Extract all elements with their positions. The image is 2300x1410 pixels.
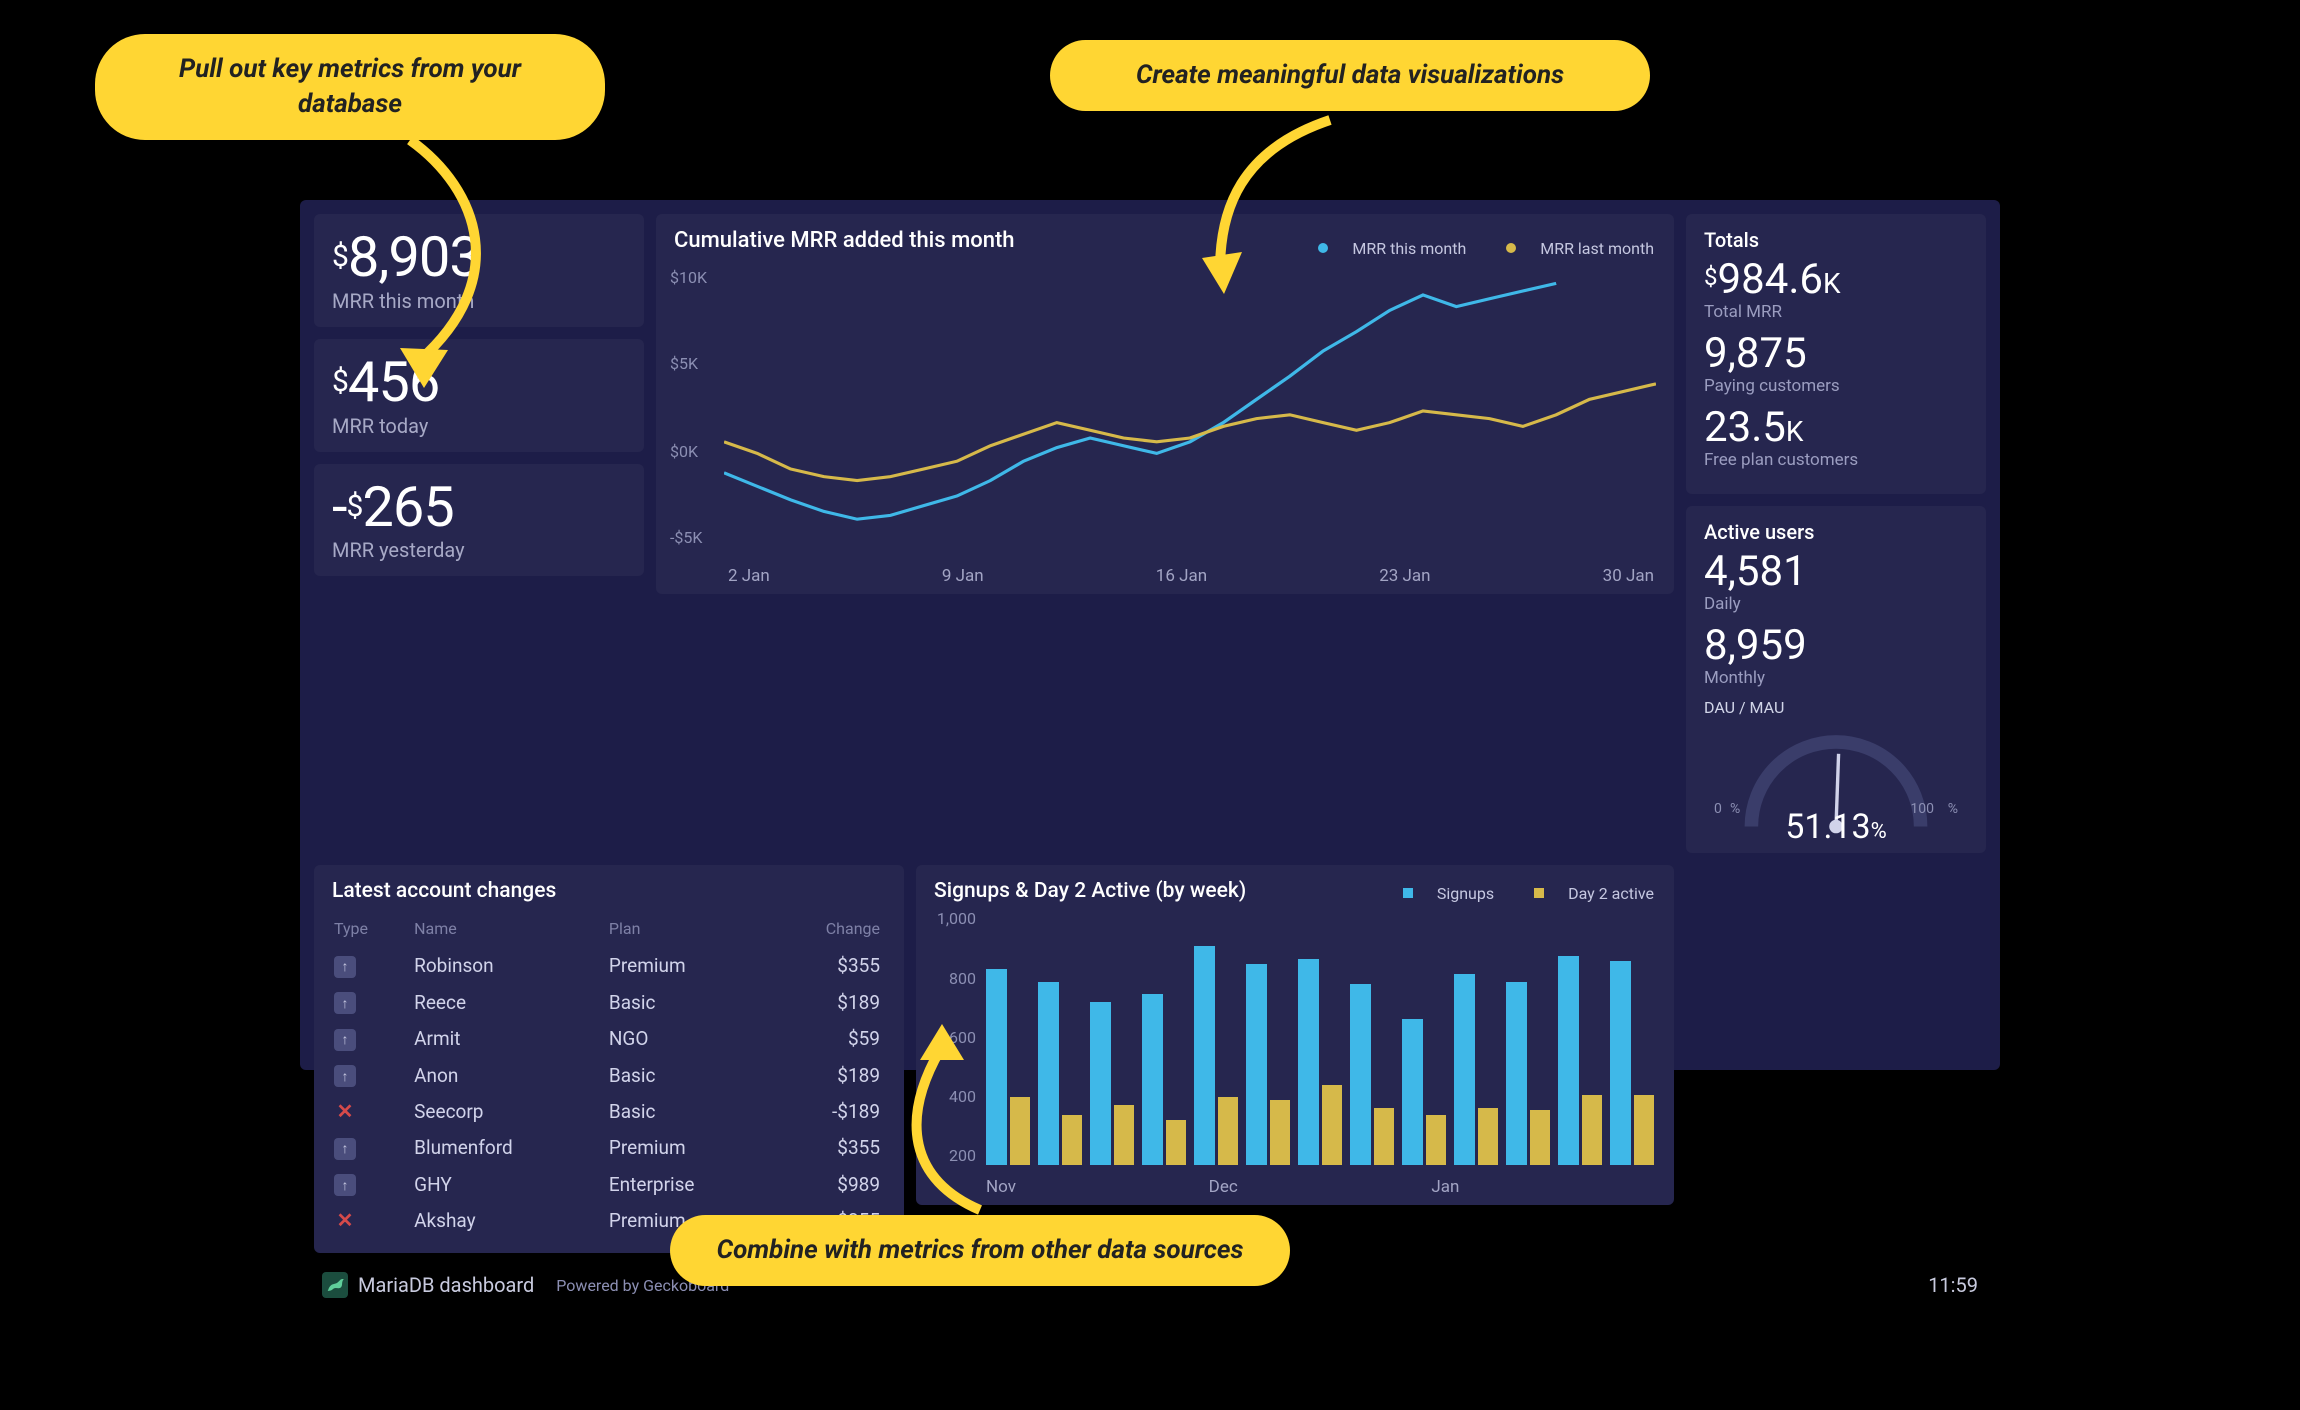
metric-label: MRR today	[332, 414, 626, 438]
bar-group	[1506, 913, 1550, 1165]
bar-signups	[1298, 959, 1319, 1166]
bar-signups	[1558, 956, 1579, 1165]
upgrade-icon: ↑	[334, 992, 356, 1014]
y-tick: 1,000	[930, 909, 976, 928]
line-chart-card: Cumulative MRR added this month MRR this…	[656, 214, 1674, 594]
arrow-icon	[1180, 110, 1360, 304]
dashboard-panel: $8,903 MRR this month $456 MRR today -$2…	[300, 200, 2000, 1070]
x-tick: 16 Jan	[1156, 566, 1207, 586]
arrow-icon	[870, 1030, 1030, 1224]
x-tick: 9 Jan	[942, 566, 984, 586]
totals-card: Totals $984.6K Total MRR 9,875 Paying cu…	[1686, 214, 1986, 494]
bar-day2	[1270, 1100, 1291, 1166]
bar-signups	[1402, 1019, 1423, 1165]
bar-day2	[1218, 1097, 1239, 1165]
metric-value: 265	[362, 474, 453, 540]
bar-group	[1246, 913, 1290, 1165]
chart-legend: Signups Day 2 active	[1367, 883, 1654, 903]
x-tick: Jan	[1431, 1177, 1654, 1197]
table-row: ↑AnonBasic$189	[334, 1058, 884, 1093]
line-chart-svg	[724, 264, 1656, 554]
clock: 11:59	[1928, 1273, 1978, 1297]
table-row: ↑GHYEnterprise$989	[334, 1167, 884, 1202]
bar-signups	[1454, 974, 1475, 1166]
bar-signups	[1610, 961, 1631, 1165]
cancel-icon: ✕	[334, 1208, 356, 1232]
table-row: ↑ArmitNGO$59	[334, 1021, 884, 1056]
x-tick: 23 Jan	[1379, 566, 1430, 586]
table-card: Latest account changes Type Name Plan Ch…	[314, 865, 904, 1253]
upgrade-icon: ↑	[334, 1174, 356, 1196]
metric-label: MRR yesterday	[332, 538, 626, 562]
table-row: ↑RobinsonPremium$355	[334, 948, 884, 983]
bar-group	[1454, 913, 1498, 1165]
bar-group	[1558, 913, 1602, 1165]
active-users-card: Active users 4,581 Daily 8,959 Monthly D…	[1686, 506, 1986, 853]
gauge-label: DAU / MAU	[1704, 698, 1968, 717]
bar-day2	[1530, 1110, 1551, 1165]
cancel-icon: ✕	[334, 1099, 356, 1123]
callout-combine-sources: Combine with metrics from other data sou…	[670, 1215, 1290, 1286]
y-tick: 800	[930, 969, 976, 988]
bar-signups	[1246, 964, 1267, 1166]
upgrade-icon: ↑	[334, 1138, 356, 1160]
bars-area	[986, 913, 1654, 1165]
x-tick: 30 Jan	[1603, 566, 1654, 586]
bar-group	[1402, 913, 1446, 1165]
x-tick: 2 Jan	[728, 566, 770, 586]
bar-day2	[1478, 1108, 1499, 1166]
bar-group	[1194, 913, 1238, 1165]
metric-mrr-yesterday: -$265 MRR yesterday	[314, 464, 644, 577]
bar-day2	[1062, 1115, 1083, 1165]
upgrade-icon: ↑	[334, 1029, 356, 1051]
upgrade-icon: ↑	[334, 1065, 356, 1087]
bar-signups	[1090, 1002, 1111, 1166]
bar-group	[1090, 913, 1134, 1165]
bar-signups	[1038, 982, 1059, 1166]
bar-day2	[1582, 1095, 1603, 1166]
bar-group	[1038, 913, 1082, 1165]
bar-day2	[1374, 1108, 1395, 1166]
table-row: ↑ReeceBasic$189	[334, 985, 884, 1020]
y-tick: $5K	[670, 354, 698, 373]
table-title: Latest account changes	[332, 879, 886, 903]
x-axis: 2 Jan 9 Jan 16 Jan 23 Jan 30 Jan	[728, 566, 1654, 586]
bar-signups	[1142, 994, 1163, 1165]
bar-group	[1142, 913, 1186, 1165]
bar-group	[1298, 913, 1342, 1165]
x-axis: Nov Dec Jan	[986, 1177, 1654, 1197]
table-row: ✕SeecorpBasic-$189	[334, 1094, 884, 1128]
x-tick: Dec	[1209, 1177, 1432, 1197]
y-tick: -$5K	[670, 528, 702, 547]
bar-signups	[1506, 982, 1527, 1166]
bar-day2	[1166, 1120, 1187, 1165]
table-header: Name	[414, 913, 607, 946]
right-column: Totals $984.6K Total MRR 9,875 Paying cu…	[1686, 214, 1986, 853]
bar-day2	[1322, 1085, 1343, 1166]
callout-visualizations: Create meaningful data visualizations	[1050, 40, 1650, 111]
table-row: ↑BlumenfordPremium$355	[334, 1130, 884, 1165]
bar-group	[1610, 913, 1654, 1165]
bar-signups	[1194, 946, 1215, 1165]
bar-day2	[1634, 1095, 1655, 1166]
card-title: Active users	[1704, 520, 1968, 544]
callout-key-metrics: Pull out key metrics from your database	[95, 34, 605, 140]
y-tick: $10K	[670, 268, 707, 287]
table-header: Type	[334, 913, 412, 946]
dashboard-name: MariaDB dashboard	[358, 1273, 534, 1297]
table-header: Change	[781, 913, 884, 946]
arrow-icon	[350, 130, 550, 394]
bar-day2	[1426, 1115, 1447, 1165]
table-header: Plan	[609, 913, 779, 946]
upgrade-icon: ↑	[334, 956, 356, 978]
card-title: Totals	[1704, 228, 1968, 252]
gauge: 0% 100% 51.13%	[1704, 725, 1968, 839]
bar-signups	[1350, 984, 1371, 1165]
y-tick: $0K	[670, 442, 698, 461]
bar-group	[1350, 913, 1394, 1165]
bar-day2	[1114, 1105, 1135, 1165]
mariadb-logo-icon	[322, 1272, 348, 1298]
